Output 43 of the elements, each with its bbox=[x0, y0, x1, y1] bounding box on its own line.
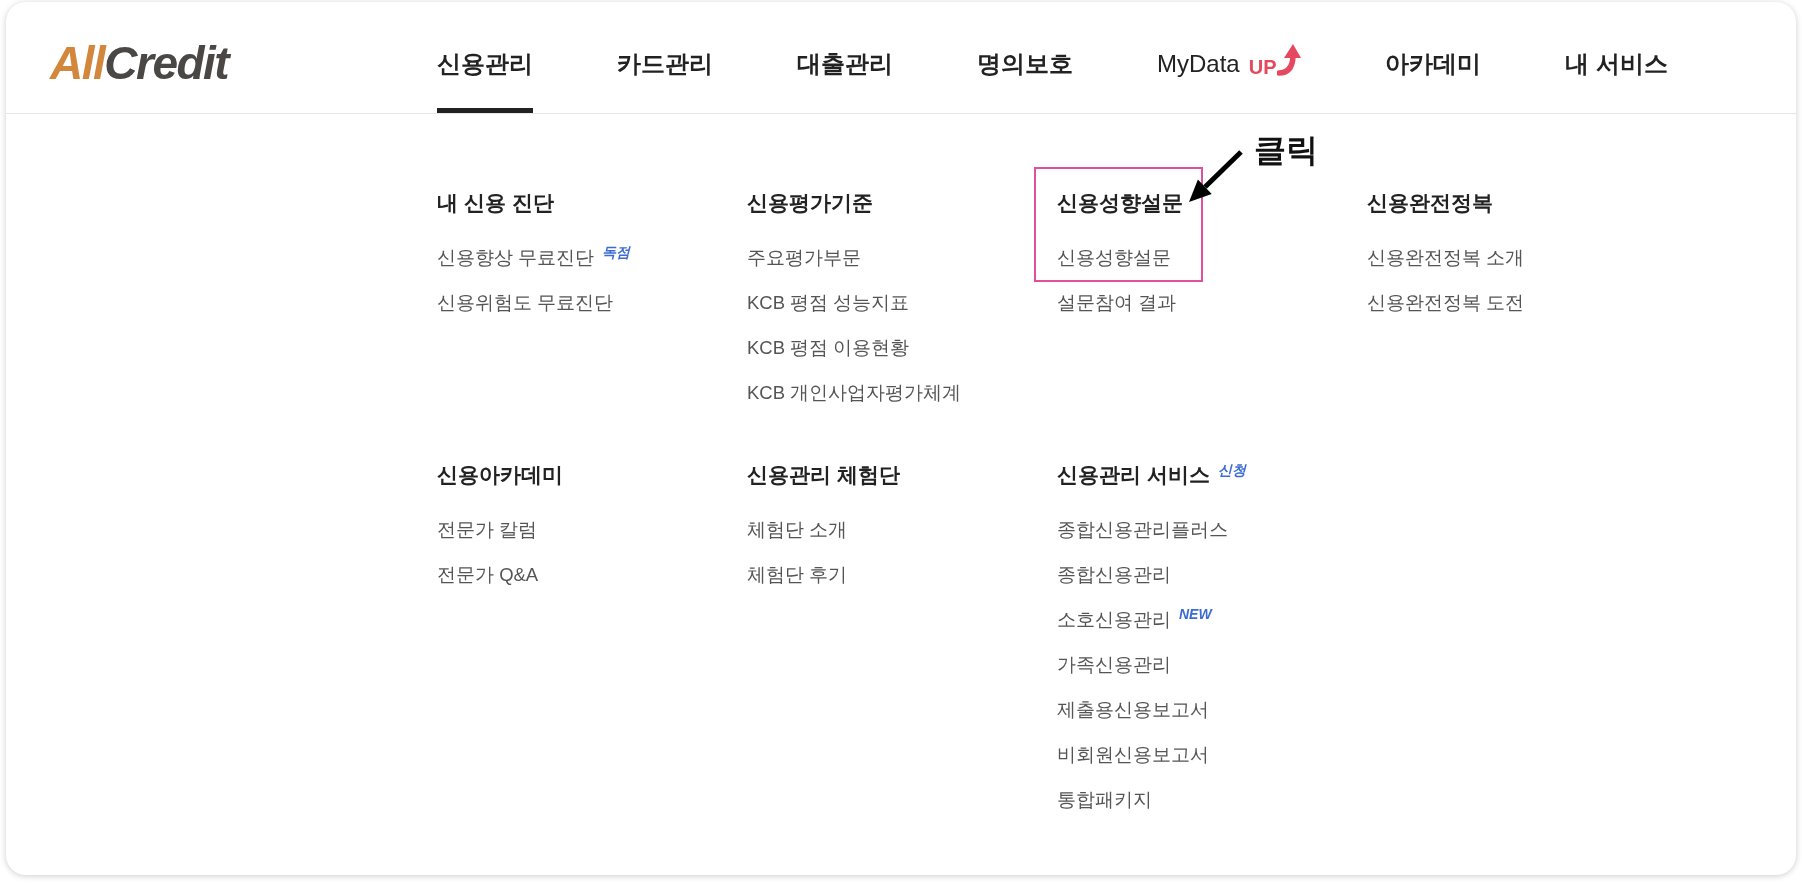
menu-link[interactable]: KCB 개인사업자평가체계 bbox=[747, 370, 962, 415]
callout-label: 클릭 bbox=[1254, 131, 1318, 169]
nav-tab[interactable]: 아카데미 bbox=[1385, 2, 1482, 113]
promo-label: 독점 bbox=[602, 244, 631, 260]
menu-link[interactable]: 체험단 소개 bbox=[747, 507, 848, 552]
menu-link[interactable]: 신용위험도 무료진단 bbox=[437, 280, 614, 325]
promo-label: 신청 bbox=[1217, 462, 1246, 478]
menu-link[interactable]: 전문가 칼럼 bbox=[437, 507, 538, 552]
menu-link[interactable]: 종합신용관리플러스 bbox=[1057, 507, 1228, 552]
up-label: UP bbox=[1248, 54, 1277, 77]
nav-tab[interactable]: 대출관리 bbox=[797, 2, 893, 113]
menu-link[interactable]: KCB 평점 이용현황 bbox=[747, 325, 910, 370]
callout-arrow-icon bbox=[1187, 150, 1243, 205]
menu-link[interactable]: 신용완전정복 도전 bbox=[1367, 280, 1525, 325]
menu-heading[interactable]: 신용평가기준 bbox=[747, 188, 873, 218]
menu-link[interactable]: 통합패키지 bbox=[1057, 777, 1152, 822]
menu-heading[interactable]: 신용아카데미 bbox=[437, 460, 563, 490]
menu-heading[interactable]: 신용성향설문 bbox=[1057, 188, 1183, 218]
menu-link[interactable]: 체험단 후기 bbox=[747, 552, 848, 597]
menu-link[interactable]: 소호신용관리 $^{NEW}$ bbox=[1057, 597, 1212, 642]
menu-link[interactable]: 신용성향설문 bbox=[1057, 235, 1171, 280]
menu-link[interactable]: KCB 평점 성능지표 bbox=[747, 280, 910, 325]
arrow-up-icon bbox=[1277, 42, 1302, 77]
menu-link[interactable]: 가족신용관리 bbox=[1057, 642, 1171, 687]
menu-link[interactable]: 전문가 Q&A bbox=[437, 552, 539, 597]
menu-link[interactable]: 비회원신용보고서 bbox=[1057, 732, 1209, 777]
nav-tab[interactable]: 내 서비스 bbox=[1565, 2, 1669, 113]
nav-tab[interactable]: MyData UP bbox=[1157, 2, 1302, 113]
menu-heading[interactable]: 내 신용 진단 bbox=[437, 188, 554, 218]
nav-tab[interactable]: 신용관리 bbox=[437, 2, 533, 113]
nav-tab[interactable]: 카드관리 bbox=[617, 2, 713, 113]
promo-label: NEW bbox=[1179, 606, 1212, 622]
nav-tab[interactable]: 명의보호 bbox=[977, 2, 1073, 113]
menu-link[interactable]: 설문참여 결과 bbox=[1057, 280, 1177, 325]
menu-heading[interactable]: 신용완전정복 bbox=[1367, 188, 1493, 218]
logo[interactable]: AllCredit bbox=[50, 39, 229, 86]
menu-link[interactable]: 주요평가부문 bbox=[747, 235, 861, 280]
menu-link[interactable]: 제출용신용보고서 bbox=[1057, 687, 1209, 732]
menu-link[interactable]: 신용향상 무료진단 $^{독점}$ bbox=[437, 235, 631, 280]
menu-link[interactable]: 종합신용관리 bbox=[1057, 552, 1171, 597]
menu-heading[interactable]: 신용관리 서비스 $^{신청}$ bbox=[1057, 460, 1246, 490]
menu-link[interactable]: 신용완전정복 소개 bbox=[1367, 235, 1525, 280]
menu-heading[interactable]: 신용관리 체험단 bbox=[747, 460, 900, 490]
